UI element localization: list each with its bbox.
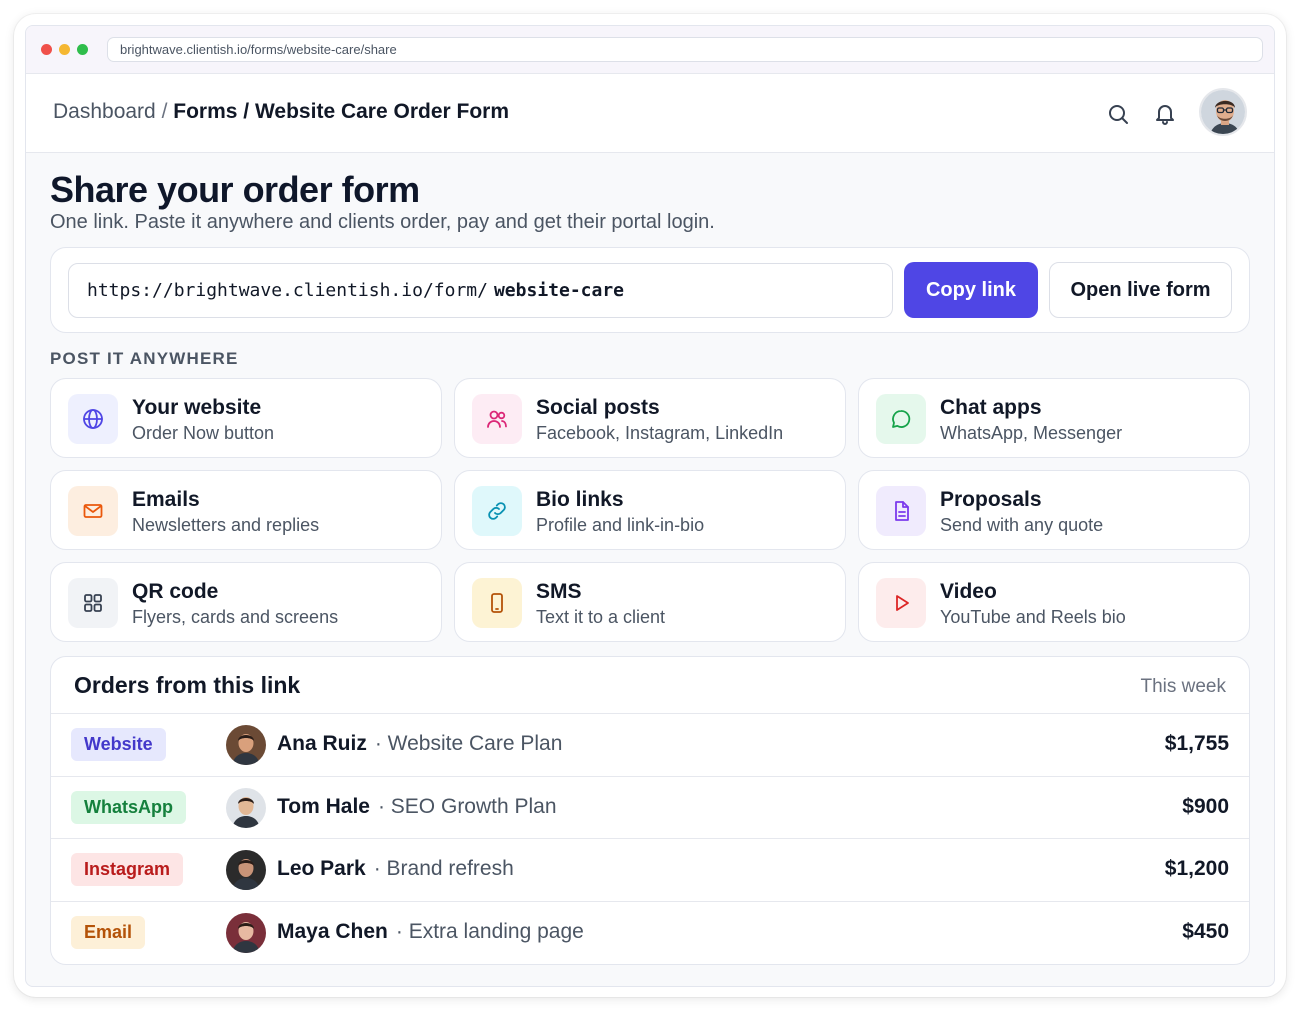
channel-subtitle: WhatsApp, Messenger	[940, 423, 1123, 443]
order-plan: · Extra landing page	[395, 919, 584, 943]
customer-avatar	[226, 912, 266, 953]
customer-avatar	[226, 725, 266, 765]
channel-card-sms[interactable]: SMS Text it to a client	[454, 562, 846, 642]
order-row[interactable]: Website Ana Ruiz · Website Care Plan $1,7…	[51, 713, 1249, 776]
order-row[interactable]: Email Maya Chen · Extra landing page $450	[51, 900, 1249, 964]
channel-subtitle: Order Now button	[132, 423, 275, 443]
maximize-window-button[interactable]	[77, 44, 88, 55]
phone-icon	[472, 578, 522, 628]
channel-card-proposals[interactable]: Proposals Send with any quote	[858, 470, 1250, 550]
grid-icon	[68, 578, 118, 628]
browser-window: brightwave.clientish.io/forms/website-ca…	[14, 14, 1286, 997]
page-title: Share your order form	[50, 169, 420, 210]
breadcrumb-separator: /	[161, 100, 168, 123]
order-amount: $900	[1182, 794, 1229, 818]
channel-subtitle: Profile and link-in-bio	[536, 515, 705, 535]
customer-name: Ana Ruiz	[277, 732, 367, 755]
source-badge: WhatsApp	[71, 790, 186, 824]
share-link-card: https://brightwave.clientish.io/form/web…	[50, 247, 1250, 333]
order-row[interactable]: Instagram Leo Park · Brand refresh $1,200	[51, 838, 1249, 901]
channel-subtitle: Text it to a client	[536, 607, 666, 627]
orders-title: Orders from this link	[74, 672, 301, 698]
customer-avatar	[226, 850, 266, 890]
channel-grid: Your website Order Now button Social pos…	[50, 378, 1250, 642]
channel-subtitle: YouTube and Reels bio	[940, 607, 1126, 627]
order-row[interactable]: WhatsApp Tom Hale · SEO Growth Plan $900	[51, 775, 1249, 839]
order-plan: · Website Care Plan	[374, 732, 563, 755]
mail-icon	[68, 486, 118, 536]
breadcrumb-dashboard[interactable]: Dashboard	[53, 100, 156, 123]
channel-subtitle: Newsletters and replies	[132, 515, 320, 535]
play-icon	[876, 578, 926, 628]
channel-card-video[interactable]: Video YouTube and Reels bio	[858, 562, 1250, 642]
order-amount: $1,755	[1164, 732, 1229, 755]
link-icon	[472, 486, 522, 536]
form-link-slug: website-care	[493, 280, 625, 301]
source-badge: Website	[71, 728, 166, 761]
order-summary: Leo Park · Brand refresh	[277, 857, 514, 881]
channel-title: QR code	[132, 580, 219, 603]
channel-subtitle: Send with any quote	[940, 515, 1104, 535]
form-link-field[interactable]: https://brightwave.clientish.io/form/web…	[68, 263, 893, 318]
order-amount: $450	[1182, 919, 1229, 943]
customer-name: Maya Chen	[277, 919, 388, 943]
customer-name: Tom Hale	[277, 794, 370, 818]
channel-card-bio-links[interactable]: Bio links Profile and link-in-bio	[454, 470, 846, 550]
channel-card-qr-code[interactable]: QR code Flyers, cards and screens	[50, 562, 442, 642]
breadcrumb-current: Website Care Order Form	[254, 100, 510, 123]
channel-card-emails[interactable]: Emails Newsletters and replies	[50, 470, 442, 550]
customer-name: Leo Park	[277, 857, 366, 880]
order-summary: Ana Ruiz · Website Care Plan	[277, 732, 562, 756]
globe-icon	[68, 394, 118, 444]
breadcrumb-separator: /	[243, 100, 250, 123]
order-amount: $1,200	[1164, 857, 1229, 880]
copy-link-button[interactable]: Copy link	[904, 262, 1038, 318]
orders-list: Website Ana Ruiz · Website Care Plan $1,7…	[51, 713, 1249, 963]
open-live-form-button[interactable]: Open live form	[1049, 262, 1232, 318]
channel-title: Social posts	[536, 396, 660, 419]
channel-title: Video	[940, 580, 997, 603]
channel-title: Proposals	[940, 488, 1042, 511]
page-subtitle: One link. Paste it anywhere and clients …	[50, 211, 715, 233]
channel-subtitle: Flyers, cards and screens	[132, 607, 339, 627]
channel-title: SMS	[536, 580, 582, 603]
users-icon	[472, 394, 522, 444]
order-summary: Tom Hale · SEO Growth Plan	[277, 795, 557, 819]
form-link-base: https://brightwave.clientish.io/form/	[87, 280, 488, 301]
user-avatar[interactable]	[1199, 88, 1247, 136]
source-badge: Instagram	[71, 853, 184, 886]
address-bar[interactable]: brightwave.clientish.io/forms/website-ca…	[107, 37, 1263, 62]
order-summary: Maya Chen · Extra landing page	[277, 920, 584, 944]
channel-card-chat-apps[interactable]: Chat apps WhatsApp, Messenger	[858, 378, 1250, 458]
source-badge: Email	[71, 915, 146, 949]
minimize-window-button[interactable]	[59, 44, 70, 55]
order-plan: · SEO Growth Plan	[377, 794, 557, 818]
app-frame: brightwave.clientish.io/forms/website-ca…	[25, 25, 1275, 987]
channel-card-social-posts[interactable]: Social posts Facebook, Instagram, Linked…	[454, 378, 846, 458]
channel-title: Your website	[132, 396, 262, 419]
channel-card-website[interactable]: Your website Order Now button	[50, 378, 442, 458]
close-window-button[interactable]	[41, 44, 52, 55]
browser-toolbar: brightwave.clientish.io/forms/website-ca…	[26, 26, 1274, 74]
channel-title: Chat apps	[940, 396, 1042, 419]
breadcrumb-forms[interactable]: Forms	[173, 100, 237, 123]
customer-avatar	[226, 787, 266, 828]
channel-title: Bio links	[536, 488, 624, 511]
app-header: Dashboard / Forms / Website Care Order F…	[26, 74, 1274, 153]
orders-card: Orders from this link This week Website …	[50, 656, 1250, 965]
order-plan: · Brand refresh	[373, 857, 514, 880]
post-anywhere-label: POST IT ANYWHERE	[50, 349, 239, 368]
channel-subtitle: Facebook, Instagram, LinkedIn	[536, 423, 784, 443]
channel-title: Emails	[132, 488, 200, 511]
orders-period-filter[interactable]: This week	[1140, 676, 1226, 698]
document-icon	[876, 486, 926, 536]
breadcrumb: Dashboard / Forms / Website Care Order F…	[53, 100, 509, 124]
search-icon[interactable]	[1106, 102, 1130, 126]
chat-bubble-icon	[876, 394, 926, 444]
bell-icon[interactable]	[1153, 102, 1177, 126]
